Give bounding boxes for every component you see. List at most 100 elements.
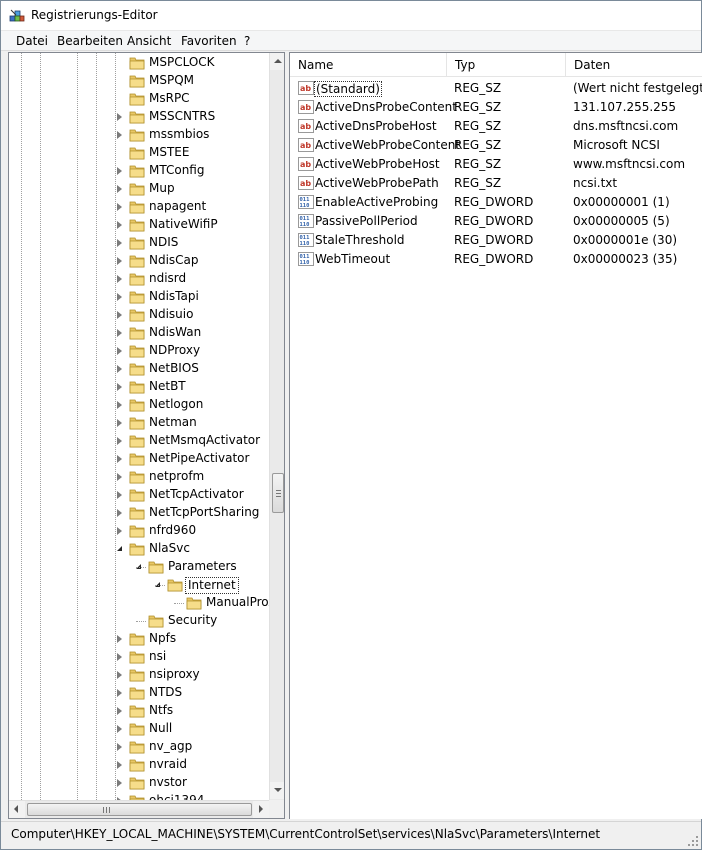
resize-grip-icon[interactable] [687, 835, 699, 847]
tree-item[interactable]: ManualProxies [9, 594, 269, 612]
collapsed-arrow-icon[interactable] [117, 743, 122, 751]
collapsed-arrow-icon[interactable] [117, 779, 122, 787]
values-list-pane[interactable]: Name Typ Daten ab (Standard) REG_SZ (Wert n… [289, 52, 702, 819]
collapsed-arrow-icon[interactable] [117, 725, 122, 733]
collapsed-arrow-icon[interactable] [117, 329, 122, 337]
collapsed-arrow-icon[interactable] [117, 221, 122, 229]
tree-item[interactable]: nvraid [9, 756, 269, 774]
tree-item[interactable]: MSTEE [9, 144, 269, 162]
tree-item[interactable]: nsiproxy [9, 666, 269, 684]
tree-item[interactable]: nfrd960 [9, 522, 269, 540]
menu-favoriten[interactable]: Favoriten [181, 34, 237, 48]
collapsed-arrow-icon[interactable] [117, 707, 122, 715]
tree-item[interactable]: NetTcpActivator [9, 486, 269, 504]
value-row[interactable]: ab ActiveDnsProbeHost REG_SZ dns.msftncsi.c… [290, 117, 702, 136]
collapsed-arrow-icon[interactable] [117, 491, 122, 499]
collapsed-arrow-icon[interactable] [117, 527, 122, 535]
collapsed-arrow-icon[interactable] [117, 437, 122, 445]
value-row[interactable]: ab ActiveDnsProbeContent REG_SZ 131.107.255… [290, 98, 702, 117]
tree-item[interactable]: Ndisuio [9, 306, 269, 324]
column-header-name[interactable]: Name [290, 53, 447, 77]
tree-item[interactable]: Ntfs [9, 702, 269, 720]
tree-item[interactable]: nsi [9, 648, 269, 666]
value-row[interactable]: 011 110 PassivePollPeriod REG_DWORD 0x000000… [290, 212, 702, 231]
tree-item[interactable]: Null [9, 720, 269, 738]
value-row[interactable]: 011 110 EnableActiveProbing REG_DWORD 0x0000… [290, 193, 702, 212]
collapsed-arrow-icon[interactable] [117, 275, 122, 283]
tree-item[interactable]: MSPCLOCK [9, 54, 269, 72]
tree-item[interactable]: NetMsmqActivator [9, 432, 269, 450]
column-header-type[interactable]: Typ [447, 53, 566, 77]
tree-item[interactable]: NetBIOS [9, 360, 269, 378]
key-tree-pane[interactable]: MSPCLOCK MSPQM MsRPC MSSCNTRS mssmbios MSTEE M… [8, 52, 285, 819]
tree-item[interactable]: nv_agp [9, 738, 269, 756]
tree-vertical-scrollbar[interactable] [269, 53, 284, 800]
menu-bearbeiten[interactable]: Bearbeiten [57, 34, 123, 48]
tree-item[interactable]: NTDS [9, 684, 269, 702]
collapsed-arrow-icon[interactable] [117, 131, 122, 139]
value-row[interactable]: ab ActiveWebProbePath REG_SZ ncsi.txt [290, 174, 702, 193]
tree-item[interactable]: Mup [9, 180, 269, 198]
tree-item[interactable]: mssmbios [9, 126, 269, 144]
menu-help[interactable]: ? [244, 34, 250, 48]
tree-horizontal-scroll-thumb[interactable] [27, 803, 252, 816]
value-row[interactable]: ab ActiveWebProbeContent REG_SZ Microsoft N… [290, 136, 702, 155]
collapsed-arrow-icon[interactable] [117, 383, 122, 391]
collapsed-arrow-icon[interactable] [117, 473, 122, 481]
collapsed-arrow-icon[interactable] [117, 401, 122, 409]
menu-datei[interactable]: Datei [16, 34, 48, 48]
collapsed-arrow-icon[interactable] [117, 113, 122, 121]
tree-item[interactable]: Npfs [9, 630, 269, 648]
column-header-data[interactable]: Daten [566, 53, 702, 77]
collapsed-arrow-icon[interactable] [117, 311, 122, 319]
collapsed-arrow-icon[interactable] [117, 419, 122, 427]
tree-item[interactable]: napagent [9, 198, 269, 216]
expanded-arrow-icon[interactable] [117, 546, 122, 551]
collapsed-arrow-icon[interactable] [117, 671, 122, 679]
tree-item[interactable]: NetPipeActivator [9, 450, 269, 468]
scroll-down-button[interactable] [270, 782, 284, 799]
tree-item[interactable]: Security [9, 612, 269, 630]
collapsed-arrow-icon[interactable] [117, 653, 122, 661]
tree-item[interactable]: NDIS [9, 234, 269, 252]
tree-horizontal-scrollbar[interactable] [9, 800, 269, 818]
tree-item[interactable]: NetBT [9, 378, 269, 396]
tree-vertical-scroll-thumb[interactable] [272, 473, 284, 513]
collapsed-arrow-icon[interactable] [117, 185, 122, 193]
collapsed-arrow-icon[interactable] [117, 239, 122, 247]
collapsed-arrow-icon[interactable] [117, 509, 122, 517]
tree-item[interactable]: ndisrd [9, 270, 269, 288]
tree-item[interactable]: nvstor [9, 774, 269, 792]
collapsed-arrow-icon[interactable] [117, 347, 122, 355]
scroll-right-button[interactable] [253, 801, 269, 818]
tree-item[interactable]: NDProxy [9, 342, 269, 360]
tree-item[interactable]: NlaSvc [9, 540, 269, 558]
tree-item[interactable]: NdisWan [9, 324, 269, 342]
tree-item[interactable]: MSPQM [9, 72, 269, 90]
collapsed-arrow-icon[interactable] [117, 635, 122, 643]
tree-item[interactable]: NdisCap [9, 252, 269, 270]
tree-item[interactable]: NativeWifiP [9, 216, 269, 234]
collapsed-arrow-icon[interactable] [117, 203, 122, 211]
collapsed-arrow-icon[interactable] [117, 293, 122, 301]
scroll-left-button[interactable] [9, 801, 25, 818]
tree-item[interactable]: MsRPC [9, 90, 269, 108]
tree-item[interactable]: NetTcpPortSharing [9, 504, 269, 522]
tree-item[interactable]: Netman [9, 414, 269, 432]
tree-item[interactable]: MTConfig [9, 162, 269, 180]
collapsed-arrow-icon[interactable] [117, 257, 122, 265]
tree-item[interactable]: MSSCNTRS [9, 108, 269, 126]
tree-item[interactable]: NdisTapi [9, 288, 269, 306]
collapsed-arrow-icon[interactable] [117, 167, 122, 175]
tree-item[interactable]: netprofm [9, 468, 269, 486]
tree-item[interactable]: Netlogon [9, 396, 269, 414]
scroll-up-button[interactable] [270, 53, 284, 70]
menu-ansicht[interactable]: Ansicht [127, 34, 171, 48]
collapsed-arrow-icon[interactable] [117, 365, 122, 373]
collapsed-arrow-icon[interactable] [117, 689, 122, 697]
value-row[interactable]: 011 110 StaleThreshold REG_DWORD 0x0000001e … [290, 231, 702, 250]
collapsed-arrow-icon[interactable] [117, 455, 122, 463]
value-row[interactable]: 011 110 WebTimeout REG_DWORD 0x00000023 (35) [290, 250, 702, 269]
value-row[interactable]: ab (Standard) REG_SZ (Wert nicht festgelegt… [290, 79, 702, 98]
tree-item[interactable]: Internet [9, 576, 269, 594]
